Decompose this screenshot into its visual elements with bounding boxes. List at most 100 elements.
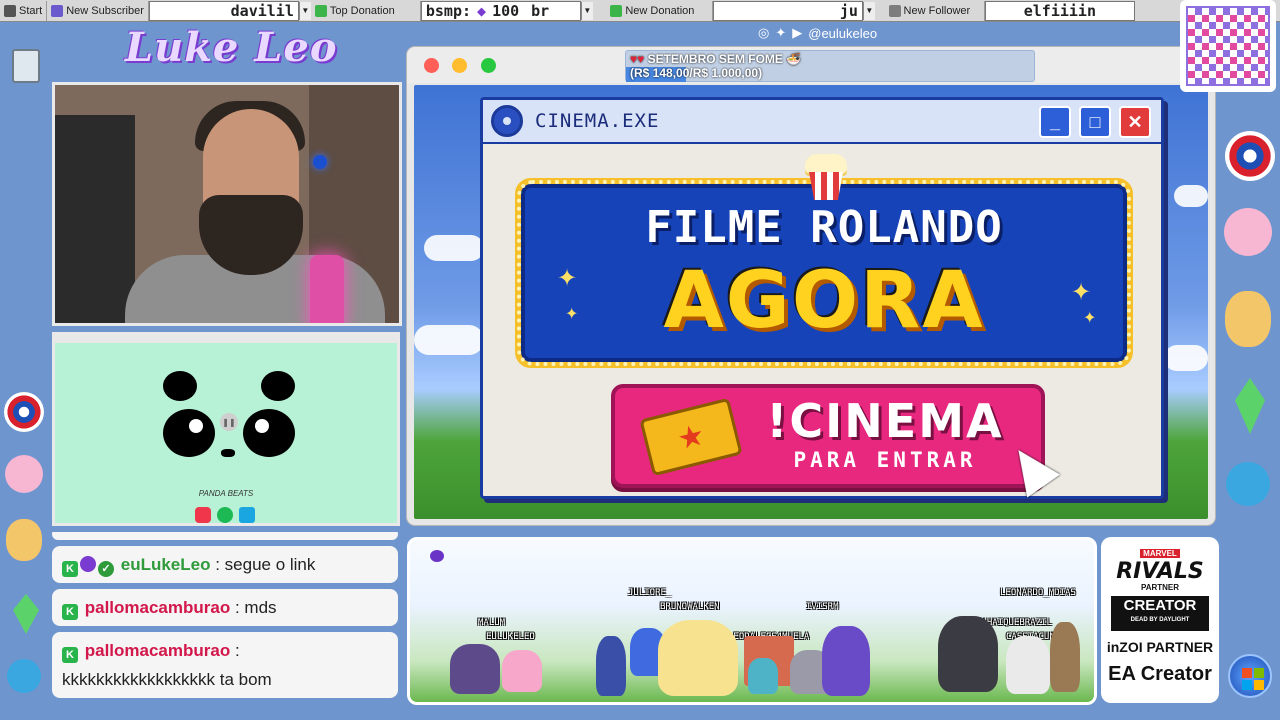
channel-logo: Luke Leo	[125, 24, 338, 71]
chevron-down-icon[interactable]: ▼	[298, 1, 311, 20]
jigglypuff-icon[interactable]	[2, 452, 46, 496]
pangoro-sprite	[938, 616, 998, 692]
creator-label: CREATOR	[1123, 597, 1197, 614]
new-follower-name: elfiiiin	[1023, 1, 1096, 20]
scene-window: ♥♥ SETEMBRO SEM FOME 🍜 (R$ 148,00/R$ 1.0…	[407, 47, 1215, 525]
cinema-command: !CINEMA	[766, 394, 1004, 448]
chat-panel: K ✓ euLukeLeo : segue o link K pallomacam…	[52, 532, 398, 704]
new-follower-value: elfiiiin	[984, 0, 1135, 21]
character-icon[interactable]	[2, 518, 46, 562]
cinema-title: CINEMA.EXE	[535, 110, 660, 132]
close-icon[interactable]: ✕	[1119, 106, 1151, 138]
cinema-titlebar: CINEMA.EXE _ □ ✕	[483, 100, 1161, 144]
new-donation-value: ju	[712, 0, 863, 21]
minimize-icon[interactable]: _	[1039, 106, 1071, 138]
gengar-sprite	[450, 644, 500, 694]
social-handle: ◎ ✦ ▶ @eulukeleo	[758, 25, 877, 41]
cinema-window: CINEMA.EXE _ □ ✕ FILME ROLANDO AGORA ✦ ✦…	[480, 97, 1164, 499]
game-player-name: JULIORE_	[628, 588, 672, 598]
close-window-button[interactable]	[424, 58, 439, 73]
new-donation-name: ju	[839, 1, 858, 20]
cloud	[414, 325, 484, 355]
donation-icon	[314, 4, 327, 17]
chevron-down-icon[interactable]: ▼	[580, 1, 593, 20]
window-titlebar: ♥♥ SETEMBRO SEM FOME 🍜 (R$ 148,00/R$ 1.0…	[407, 47, 1215, 83]
captain-shield-icon[interactable]	[1224, 130, 1276, 182]
windows-start-icon[interactable]	[1228, 654, 1272, 698]
chevron-down-icon[interactable]: ▼	[862, 1, 875, 20]
new-donation-label: New Donation	[625, 4, 695, 17]
ninetales-sprite	[658, 620, 738, 696]
partners-panel: MARVEL RIVALS PARTNER CREATOR DEAD BY DAY…	[1101, 537, 1219, 703]
sparkle-icon: ✦	[1071, 279, 1092, 306]
sub-badge-icon	[80, 556, 96, 572]
new-subscriber-name: davilil	[230, 1, 294, 20]
game-player-name: EULUKELEO	[486, 632, 535, 642]
new-subscriber-value: davilil	[148, 0, 299, 21]
maximize-icon[interactable]: □	[1079, 106, 1111, 138]
sprite	[1006, 636, 1050, 694]
cinema-command-button[interactable]: ★ !CINEMA PARA ENTRAR	[611, 384, 1045, 488]
maximize-window-button[interactable]	[481, 58, 496, 73]
popcorn-icon	[801, 152, 849, 200]
top-donation-value: bsmp: ◆ 100 br	[420, 0, 581, 21]
kick-badge-icon: K	[62, 561, 78, 577]
captain-shield-icon[interactable]	[2, 390, 46, 434]
amazon-music-icon[interactable]	[239, 507, 255, 523]
minimize-window-button[interactable]	[452, 58, 467, 73]
pause-icon[interactable]: ❚❚	[220, 413, 238, 431]
chat-username[interactable]: pallomacamburao	[85, 641, 231, 660]
rivals-logo: RIVALS	[1116, 559, 1204, 584]
chat-username[interactable]: pallomacamburao	[85, 598, 231, 617]
creator-sub-label: DEAD BY DAYLIGHT	[1130, 617, 1190, 623]
microphone	[310, 255, 344, 323]
sprite	[1050, 622, 1080, 692]
top-donation-label-item: Top Donation	[311, 0, 421, 21]
jigglypuff-icon[interactable]	[1222, 206, 1274, 258]
new-follower-label-item: New Follower	[875, 0, 985, 21]
music-apps	[195, 507, 255, 523]
start-button[interactable]: Start	[0, 0, 48, 21]
chat-message: K ✓ euLukeLeo : segue o link	[52, 546, 398, 583]
social-handle-text: @eulukeleo	[808, 25, 878, 41]
panda-ear-right	[261, 371, 295, 401]
top-donation-label: Top Donation	[329, 4, 395, 17]
apple-music-icon[interactable]	[195, 507, 211, 523]
recycle-bin-icon[interactable]	[4, 44, 48, 88]
film-reel-icon	[491, 105, 523, 137]
evil-eye-ornament	[313, 155, 327, 169]
food-icon: 🍜	[786, 52, 802, 66]
cloud	[1174, 185, 1208, 207]
youtube-icon: ▶	[792, 25, 803, 40]
marquee-line1: FILME ROLANDO	[645, 202, 1003, 253]
chat-username[interactable]: euLukeLeo	[121, 555, 211, 574]
new-subscriber-label-item: New Subscriber	[47, 0, 149, 21]
dbd-creator-badge: CREATOR DEAD BY DAYLIGHT	[1111, 596, 1209, 631]
cinema-hint: PARA ENTRAR	[793, 448, 977, 472]
webcam-feed	[52, 82, 402, 326]
ticket-icon: ★	[639, 397, 743, 477]
messenger-icon[interactable]	[2, 654, 46, 698]
top-donation-currency: br	[531, 1, 550, 20]
twitter-icon: ✦	[775, 25, 787, 40]
subscriber-icon	[51, 4, 64, 17]
goal-title-row: ♥♥ SETEMBRO SEM FOME 🍜	[630, 52, 1030, 66]
game-player-name: IVISRM	[806, 602, 839, 612]
panda-beats-widget: ❚❚ PANDA BEATS	[52, 332, 400, 526]
pixel-sky-scene: CINEMA.EXE _ □ ✕ FILME ROLANDO AGORA ✦ ✦…	[414, 85, 1208, 519]
sprite	[748, 658, 778, 694]
plumbob-icon[interactable]	[4, 592, 48, 636]
follower-icon	[888, 4, 901, 17]
donation-goal: ♥♥ SETEMBRO SEM FOME 🍜 (R$ 148,00/R$ 1.0…	[625, 50, 1035, 82]
game-player-name: LEONARDO_MDIAS	[1000, 588, 1076, 598]
donation-icon	[610, 4, 623, 17]
chat-message: K pallomacamburao : kkkkkkkkkkkkkkkkkk ta…	[52, 632, 398, 698]
jigglypuff-sprite	[502, 650, 542, 692]
plumbob-icon[interactable]	[1228, 374, 1272, 438]
heart-icon: ♥♥	[630, 52, 645, 66]
character-icon[interactable]	[1222, 288, 1274, 350]
qr-code	[1180, 0, 1276, 92]
spotify-icon[interactable]	[217, 507, 233, 523]
chat-message-clipped	[52, 532, 398, 540]
messenger-icon[interactable]	[1222, 458, 1274, 510]
